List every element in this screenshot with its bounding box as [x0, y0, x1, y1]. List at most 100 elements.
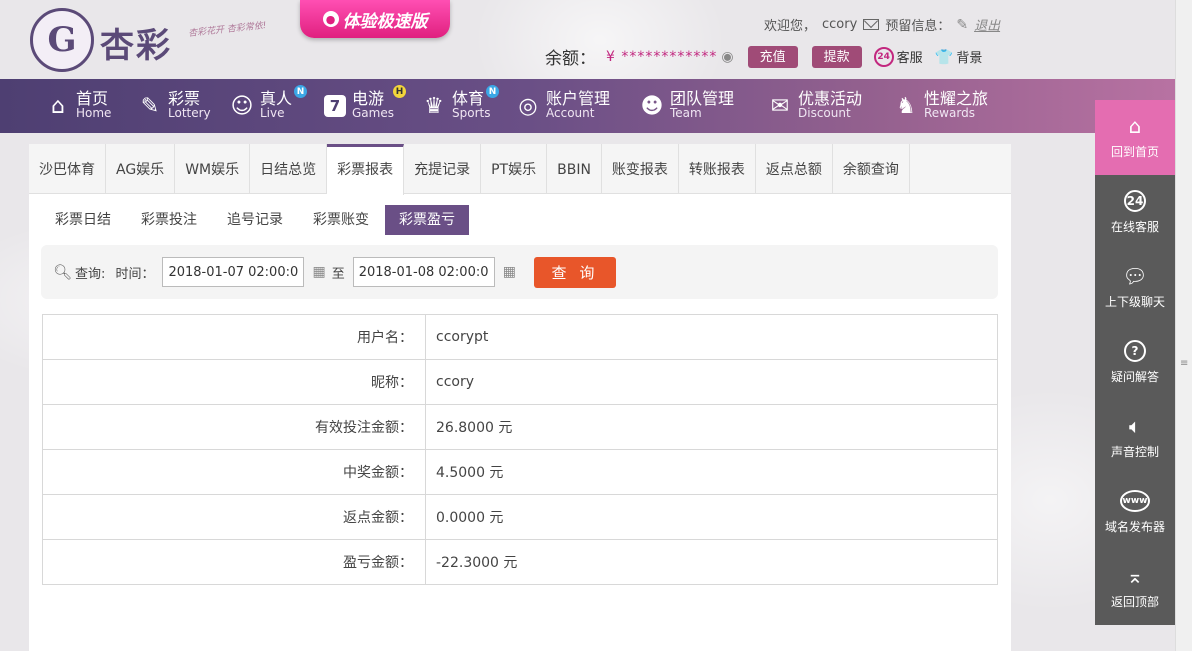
tab-bbin[interactable]: BBIN: [547, 144, 602, 194]
nav-en: Team: [670, 106, 702, 120]
floating-sidebar: ⌂ 回到首页 24 在线客服 💬︎ 上下级聊天 ? 疑问解答 🔈︎ 声音控制 w…: [1095, 100, 1175, 625]
balance-label: 余额：: [545, 49, 596, 69]
live-icon: ☺: [230, 93, 254, 119]
calendar-icon[interactable]: ▦: [312, 264, 325, 280]
rewards-icon: ♞: [896, 93, 916, 119]
tab-daily-overview[interactable]: 日结总览: [250, 144, 328, 194]
tab-rebate-total[interactable]: 返点总额: [756, 144, 833, 194]
nav-cn: 电游: [352, 89, 385, 108]
background-label: 背景: [956, 51, 983, 66]
tab-transfer-report[interactable]: 转账报表: [679, 144, 756, 194]
sidebar-label: 域名发布器: [1104, 520, 1165, 534]
subtab-daily[interactable]: 彩票日结: [41, 205, 125, 235]
nav-en: Sports: [452, 106, 491, 120]
nav-cn: 团队管理: [670, 89, 735, 108]
nav-item-home[interactable]: ⌂ 首页 Home: [46, 79, 111, 133]
row-value: ccory: [425, 359, 998, 405]
nav-en: Rewards: [924, 106, 975, 120]
sidebar-item-domain[interactable]: www 域名发布器: [1095, 475, 1175, 550]
row-key: 有效投注金额：: [42, 404, 426, 450]
tab-account-change[interactable]: 账变报表: [602, 144, 679, 194]
nav-item-discount[interactable]: ✉ 优惠活动 Discount: [768, 79, 862, 133]
nav-cn: 优惠活动: [798, 89, 863, 108]
sidebar-label: 在线客服: [1110, 220, 1159, 234]
www-icon: www: [1120, 490, 1150, 512]
nav-cn: 真人: [260, 89, 293, 108]
to-label: 至: [331, 266, 345, 282]
tab-wm[interactable]: WM娱乐: [175, 144, 251, 194]
sidebar-item-sound[interactable]: 🔈︎ 声音控制: [1095, 400, 1175, 475]
games-icon: 7: [324, 95, 346, 117]
welcome-label: 欢迎您，: [764, 19, 817, 34]
nav-item-lottery[interactable]: ✎ 彩票 Lottery: [138, 79, 211, 133]
sidebar-item-online-service[interactable]: 24 在线客服: [1095, 175, 1175, 250]
tab-balance-query[interactable]: 余额查询: [833, 144, 910, 194]
brand-name: 杏彩: [100, 26, 172, 66]
chat-icon: 💬︎: [1122, 264, 1148, 288]
sidebar-item-back-to-top[interactable]: ⌅ 返回顶部: [1095, 550, 1175, 625]
tab-pt[interactable]: PT娱乐: [481, 144, 548, 194]
query-button[interactable]: 查 询: [533, 256, 616, 288]
account-icon: ◎: [518, 93, 538, 119]
nav-item-rewards[interactable]: ♞ 性耀之旅 Rewards: [894, 79, 988, 133]
nav-item-live[interactable]: ☺ 真人 Live N: [230, 79, 307, 133]
sidebar-item-chat[interactable]: 💬︎ 上下级聊天: [1095, 250, 1175, 325]
sidebar-label: 返回顶部: [1110, 595, 1159, 609]
nav-en: Discount: [798, 106, 851, 120]
table-row: 盈亏金额： -22.3000 元: [42, 539, 998, 585]
background-link[interactable]: 👕 背景: [935, 47, 983, 67]
row-key: 返点金额：: [42, 494, 426, 540]
sidebar-label: 疑问解答: [1110, 370, 1159, 384]
subtab-bets[interactable]: 彩票投注: [127, 205, 211, 235]
nav-en: Live: [260, 106, 285, 120]
scroll-grip-icon[interactable]: ≡: [1180, 359, 1188, 369]
tab-lottery-report[interactable]: 彩票报表: [327, 144, 405, 195]
nav-item-games[interactable]: 7 电游 Games H: [324, 79, 406, 133]
customer-service-link[interactable]: 24 客服: [873, 46, 923, 67]
table-row: 昵称： ccory: [42, 359, 998, 405]
page-scrollbar[interactable]: ≡: [1175, 0, 1192, 651]
table-row: 返点金额： 0.0000 元: [42, 494, 998, 540]
nav-item-sports[interactable]: ♛ 体育 Sports N: [422, 79, 499, 133]
home-icon: ⌂: [51, 93, 65, 119]
nav-en: Home: [76, 106, 112, 120]
message-label: 预留信息：: [885, 19, 951, 34]
sidebar-item-faq[interactable]: ? 疑问解答: [1095, 325, 1175, 400]
home-icon: ⌂: [1128, 114, 1142, 138]
calendar-icon[interactable]: ▦: [503, 264, 516, 280]
tab-saba-sports[interactable]: 沙巴体育: [29, 144, 106, 194]
subtab-account-change[interactable]: 彩票账变: [299, 205, 383, 235]
subtab-chase[interactable]: 追号记录: [213, 205, 297, 235]
nav-item-team[interactable]: ☻ 团队管理 Team: [640, 79, 734, 133]
main-nav: ⌂ 首页 Home ✎ 彩票 Lottery ☺ 真人 Live N 7 电游 Game…: [0, 79, 1175, 133]
speed-version-button[interactable]: ● 体验极速版: [300, 0, 450, 38]
nav-cn: 体育: [452, 89, 485, 108]
deposit-button[interactable]: 充值: [747, 45, 798, 68]
back-to-top-icon: ⌅: [1126, 564, 1144, 588]
lottery-icon: ✎: [140, 93, 160, 119]
start-time-input[interactable]: [162, 257, 305, 287]
tab-ag[interactable]: AG娱乐: [106, 144, 176, 194]
end-time-input[interactable]: [352, 257, 495, 287]
trophy-icon: ♛: [424, 93, 444, 119]
eye-icon[interactable]: ◉: [721, 49, 733, 65]
site-logo[interactable]: G 杏彩 杏彩花开 杏彩常依!: [30, 8, 270, 72]
nav-cn: 首页: [76, 89, 109, 108]
edit-icon[interactable]: ✎: [956, 17, 968, 33]
report-panel: 沙巴体育 AG娱乐 WM娱乐 日结总览 彩票报表 充提记录 PT娱乐 BBIN …: [29, 144, 1011, 651]
report-tabs: 沙巴体育 AG娱乐 WM娱乐 日结总览 彩票报表 充提记录 PT娱乐 BBIN …: [29, 144, 1011, 195]
team-icon: ☻: [640, 93, 664, 119]
logout-link[interactable]: 退出: [974, 15, 1000, 34]
row-value: ccorypt: [425, 314, 998, 360]
tab-deposit-withdraw[interactable]: 充提记录: [404, 144, 482, 194]
sidebar-label: 声音控制: [1110, 445, 1159, 459]
query-label: 查询:: [75, 266, 106, 282]
welcome-bar: 欢迎您， ccory 预留信息： ✎ 退出: [764, 15, 1000, 35]
sidebar-item-home[interactable]: ⌂ 回到首页: [1095, 100, 1175, 175]
subtab-profit-loss[interactable]: 彩票盈亏: [385, 205, 469, 235]
row-value: 0.0000 元: [425, 494, 998, 540]
customer-service-label: 客服: [896, 51, 923, 66]
nav-item-account[interactable]: ◎ 账户管理 Account: [516, 79, 610, 133]
mail-icon[interactable]: [863, 19, 880, 30]
withdraw-button[interactable]: 提款: [811, 45, 862, 68]
